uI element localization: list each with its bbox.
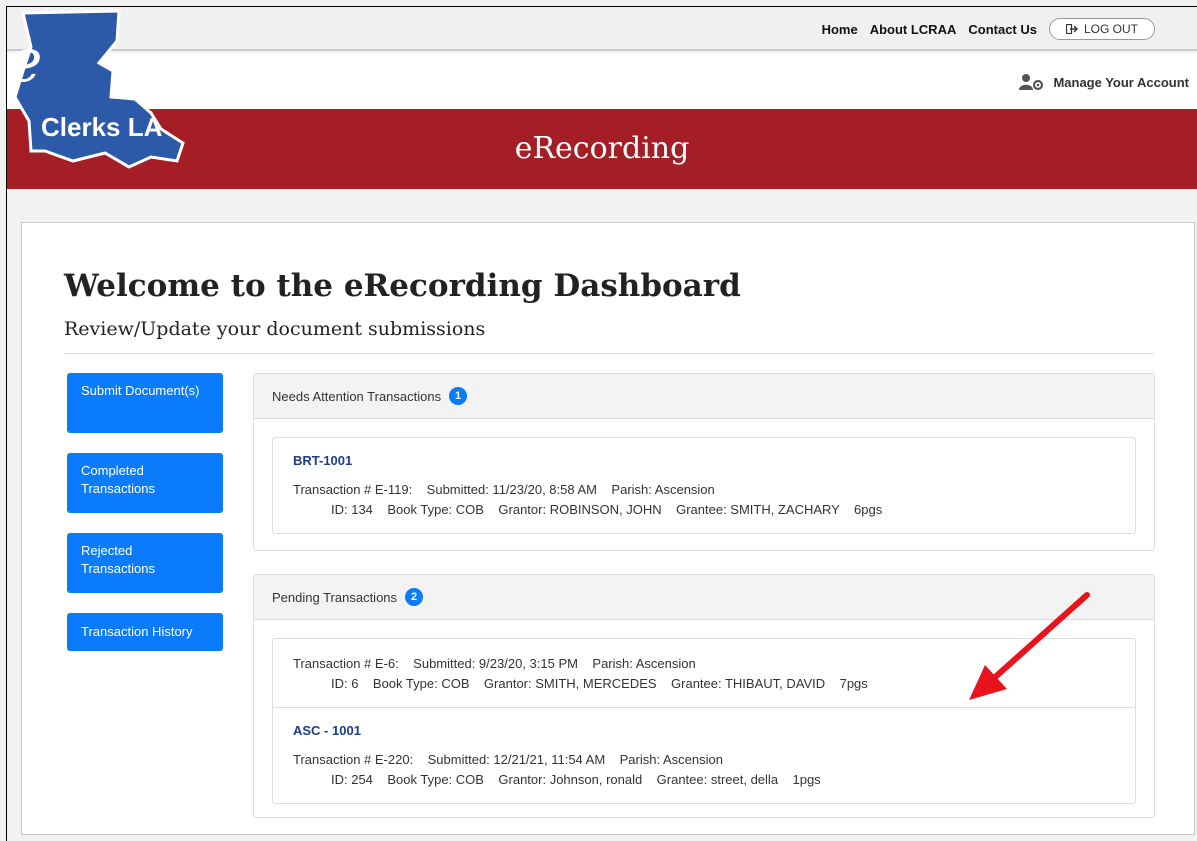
transaction-item: ASC - 1001 Transaction # E-220: Submitte… <box>273 707 1135 803</box>
svg-text:e: e <box>7 26 43 96</box>
submit-documents-button[interactable]: Submit Document(s) <box>67 373 223 433</box>
top-nav: Home About LCRAA Contact Us LOG OUT <box>822 18 1155 40</box>
needs-attention-header: Needs Attention Transactions 1 <box>254 374 1154 419</box>
transaction-item: BRT-1001 Transaction # E-119: Submitted:… <box>273 438 1135 533</box>
transaction-summary: Transaction # E-119: Submitted: 11/23/20… <box>293 482 715 497</box>
nav-about-link[interactable]: About LCRAA <box>870 22 957 37</box>
dashboard-card: Welcome to the eRecording Dashboard Revi… <box>21 222 1195 835</box>
transaction-link[interactable]: ASC - 1001 <box>293 723 1115 738</box>
sign-out-icon <box>1065 24 1078 34</box>
manage-account-link[interactable]: Manage Your Account <box>1019 73 1189 91</box>
transaction-link[interactable]: BRT-1001 <box>293 453 1115 468</box>
manage-account-label: Manage Your Account <box>1053 74 1189 90</box>
rejected-transactions-button[interactable]: Rejected Transactions <box>67 533 223 593</box>
page-title: Welcome to the eRecording Dashboard <box>64 268 741 304</box>
divider <box>64 353 1154 354</box>
transaction-summary: Transaction # E-220: Submitted: 12/21/21… <box>293 752 723 767</box>
clerks-la-logo[interactable]: e Clerks LA <box>6 6 201 181</box>
needs-attention-panel: Needs Attention Transactions 1 BRT-1001 … <box>253 373 1155 551</box>
svg-text:Clerks LA: Clerks LA <box>41 112 163 142</box>
browser-frame: Home About LCRAA Contact Us LOG OUT Mana… <box>6 6 1197 841</box>
pending-count-badge: 2 <box>405 588 424 606</box>
sidebar: Submit Document(s) Completed Transaction… <box>67 373 223 671</box>
page-subtitle: Review/Update your document submissions <box>64 318 486 340</box>
needs-attention-count-badge: 1 <box>449 387 468 405</box>
transaction-details: ID: 134 Book Type: COB Grantor: ROBINSON… <box>331 502 883 517</box>
logout-button[interactable]: LOG OUT <box>1048 18 1155 40</box>
nav-contact-link[interactable]: Contact Us <box>968 22 1037 37</box>
nav-home-link[interactable]: Home <box>822 22 858 37</box>
pending-title: Pending Transactions <box>272 589 398 605</box>
annotation-arrow <box>969 592 1090 700</box>
user-gear-icon <box>1019 74 1044 91</box>
needs-attention-title: Needs Attention Transactions <box>272 388 442 404</box>
logout-label: LOG OUT <box>1083 22 1138 36</box>
transaction-history-button[interactable]: Transaction History <box>67 613 223 651</box>
needs-attention-list: BRT-1001 Transaction # E-119: Submitted:… <box>272 437 1136 534</box>
completed-transactions-button[interactable]: Completed Transactions <box>67 453 223 513</box>
transaction-details: ID: 254 Book Type: COB Grantor: Johnson,… <box>331 772 821 787</box>
